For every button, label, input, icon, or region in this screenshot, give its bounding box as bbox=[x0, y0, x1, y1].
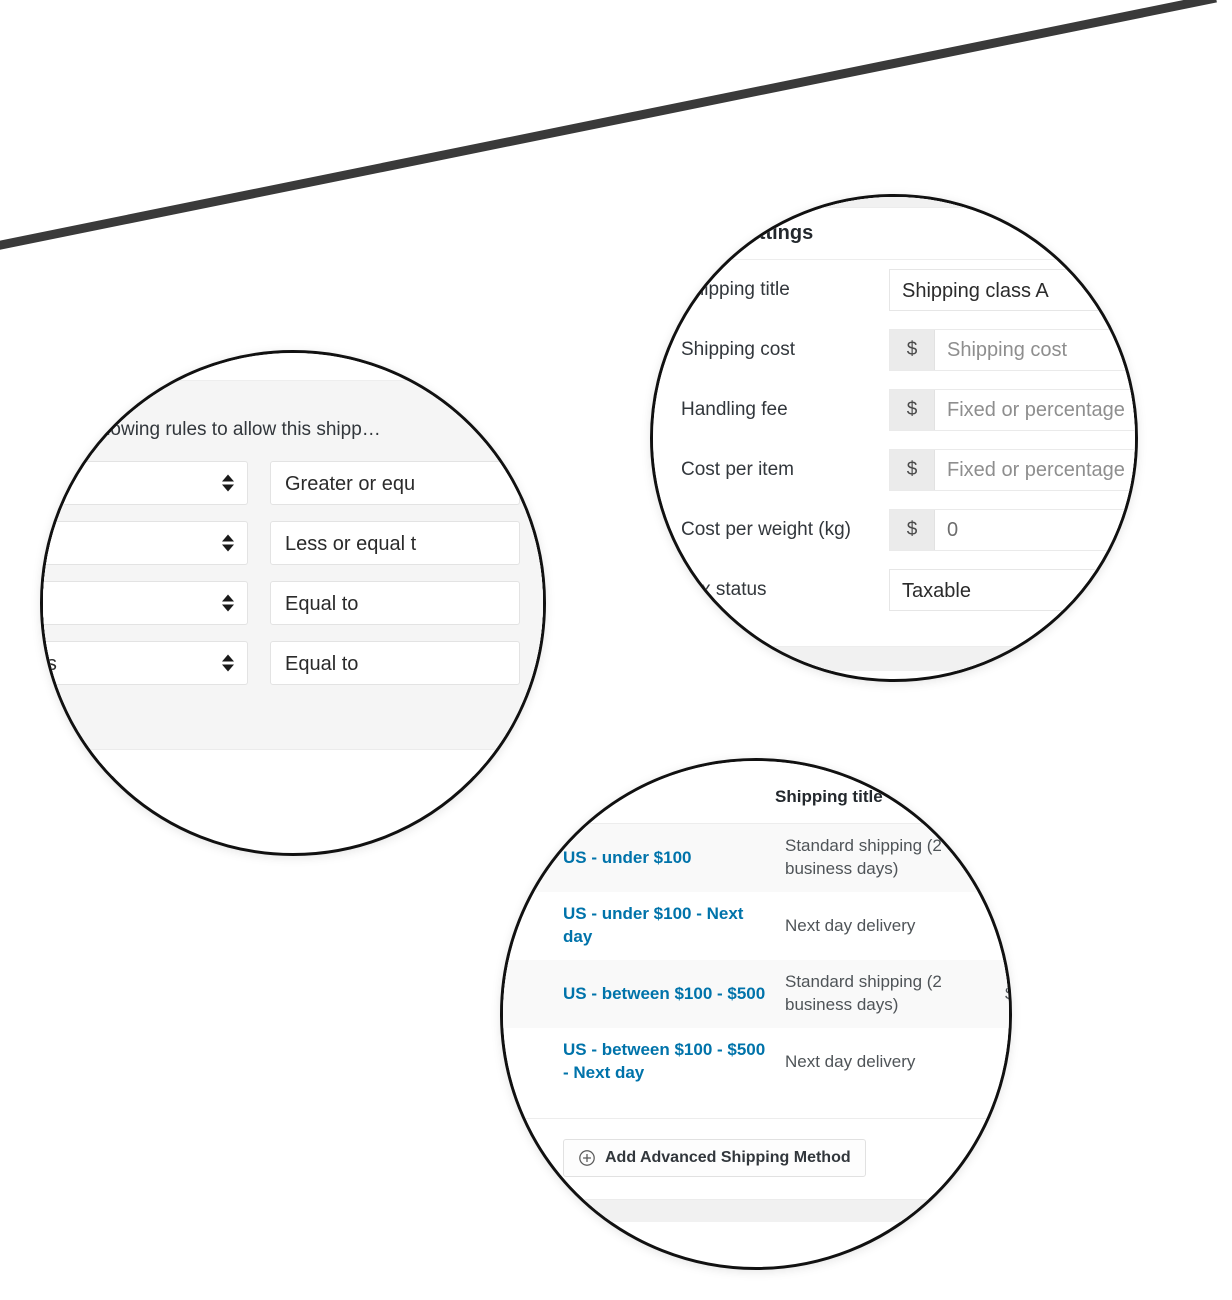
rule-subject-select[interactable]: Subtotal bbox=[43, 521, 248, 565]
rule-row: Subtotal Less or equal t bbox=[43, 513, 543, 573]
field-label: Cost per weight (kg) bbox=[681, 519, 852, 540]
field-label: Cost per item bbox=[681, 459, 794, 480]
cost-per-weight-input[interactable]: 0 bbox=[935, 510, 1135, 550]
field-row-shipping-title: Shipping title Shipping class A bbox=[653, 260, 1135, 320]
methods-actions-bar: Add Advanced Shipping Method bbox=[503, 1119, 1009, 1199]
methods-table-header: Shipping title bbox=[503, 761, 1009, 823]
rule-row: Country Equal to bbox=[43, 573, 543, 633]
field-control: $ 0 bbox=[889, 509, 1135, 551]
shipping-settings-panel: …ing settings Shipping title Shipping cl… bbox=[653, 197, 1135, 671]
method-cost: $ bbox=[1005, 984, 1009, 1004]
rule-compare-select[interactable]: Less or equal t bbox=[270, 521, 520, 565]
field-row-shipping-cost: Shipping cost $ Shipping cost bbox=[653, 320, 1135, 380]
rule-subject-select[interactable]: Subtotal bbox=[43, 461, 248, 505]
handling-fee-input-group[interactable]: $ Fixed or percentage bbox=[889, 389, 1135, 431]
shipping-cost-input-group[interactable]: $ Shipping cost bbox=[889, 329, 1135, 371]
method-name-link[interactable]: US - under $100 bbox=[503, 847, 785, 870]
cost-per-item-input[interactable]: Fixed or percentage bbox=[935, 450, 1135, 490]
updown-stepper-icon bbox=[222, 534, 234, 552]
rules-body: …match all of the following rules to all… bbox=[43, 381, 543, 749]
field-label: Tax status bbox=[681, 579, 767, 600]
column-header-name bbox=[503, 787, 775, 807]
add-advanced-shipping-method-label: Add Advanced Shipping Method bbox=[605, 1149, 851, 1166]
rule-compare-select[interactable]: Equal to bbox=[270, 641, 520, 685]
currency-symbol-icon: $ bbox=[890, 390, 935, 430]
field-row-cost-per-weight: Cost per weight (kg) $ 0 bbox=[653, 500, 1135, 560]
settings-panel-title: …ing settings bbox=[681, 222, 814, 244]
tax-status-select[interactable]: Taxable bbox=[889, 569, 1135, 611]
currency-symbol-icon: $ bbox=[890, 510, 935, 550]
rule-compare-value: Equal to bbox=[285, 653, 359, 675]
screenshot-stage: …ollowing rules to allow th… …match all … bbox=[0, 0, 1232, 1300]
field-control: $ Fixed or percentage bbox=[889, 389, 1135, 431]
rules-intro-text: …match all of the following rules to all… bbox=[43, 419, 381, 440]
magnifier-lens-shipping-rules: …ollowing rules to allow th… …match all … bbox=[40, 350, 546, 856]
settings-topbar bbox=[653, 197, 1135, 208]
currency-symbol-icon: $ bbox=[890, 450, 935, 490]
rules-heading: …ollowing rules to allow th… bbox=[40, 350, 212, 363]
rules-footer-gap bbox=[43, 693, 543, 749]
method-name-link[interactable]: US - between $100 - $500 - Next day bbox=[503, 1039, 785, 1085]
cost-per-item-input-group[interactable]: $ Fixed or percentage bbox=[889, 449, 1135, 491]
cost-per-weight-input-group[interactable]: $ 0 bbox=[889, 509, 1135, 551]
shipping-rules-panel: …ollowing rules to allow th… …match all … bbox=[40, 350, 543, 776]
shipping-methods-panel: Shipping title US - under $100 Standard … bbox=[503, 761, 1009, 1222]
rule-compare-select[interactable]: Equal to bbox=[270, 581, 520, 625]
method-shipping-title: Next day delivery bbox=[785, 1051, 916, 1071]
handling-fee-input[interactable]: Fixed or percentage bbox=[935, 390, 1135, 430]
plus-circle-icon bbox=[579, 1150, 595, 1166]
field-control: $ Shipping cost bbox=[889, 329, 1135, 371]
table-row: US - between $100 - $500 - Next day Next… bbox=[503, 1028, 1009, 1096]
table-row: US - under $100 Standard shipping (2 bus… bbox=[503, 824, 1009, 892]
method-shipping-title: Next day delivery bbox=[785, 915, 916, 935]
shipping-title-input[interactable]: Shipping class A bbox=[889, 269, 1135, 311]
method-name-link[interactable]: US - under $100 - Next day bbox=[503, 903, 785, 949]
field-label: Shipping title bbox=[681, 279, 790, 300]
method-name-link[interactable]: US - between $100 - $500 bbox=[503, 983, 785, 1006]
field-row-handling-fee: Handling fee $ Fixed or percentage bbox=[653, 380, 1135, 440]
rule-compare-select[interactable]: Greater or equ bbox=[270, 461, 520, 505]
field-label: Handling fee bbox=[681, 399, 788, 420]
updown-stepper-icon bbox=[222, 594, 234, 612]
rule-subject-select[interactable]: Country bbox=[43, 581, 248, 625]
field-label: Shipping cost bbox=[681, 339, 796, 360]
method-shipping-title: Standard shipping (2 business days) bbox=[785, 972, 942, 1014]
rule-compare-value: Greater or equ bbox=[285, 473, 416, 495]
updown-stepper-icon bbox=[222, 654, 234, 672]
field-control: Shipping class A bbox=[889, 269, 1135, 311]
updown-stepper-icon bbox=[222, 474, 234, 492]
field-control: Taxable bbox=[889, 569, 1135, 611]
field-row-tax-status: Tax status Taxable bbox=[653, 560, 1135, 620]
rule-compare-value: Equal to bbox=[285, 593, 359, 615]
table-row: US - under $100 - Next day Next day deli… bbox=[503, 892, 1009, 960]
field-control: $ Fixed or percentage bbox=[889, 449, 1135, 491]
rule-compare-value: Less or equal t bbox=[285, 533, 417, 555]
rule-subject-select[interactable]: Stock status bbox=[43, 641, 248, 685]
column-header-cost bbox=[995, 787, 1009, 807]
method-shipping-title: Standard shipping (2 business days) bbox=[785, 836, 942, 878]
currency-symbol-icon: $ bbox=[890, 330, 935, 370]
magnifier-lens-shipping-settings: …ing settings Shipping title Shipping cl… bbox=[650, 194, 1138, 682]
column-header-shipping-title: Shipping title bbox=[775, 787, 883, 806]
rule-row: Subtotal Greater or equ bbox=[43, 453, 543, 513]
shipping-cost-input[interactable]: Shipping cost bbox=[935, 330, 1135, 370]
rule-subject-value: Stock status bbox=[43, 653, 57, 675]
field-row-cost-per-item: Cost per item $ Fixed or percentage bbox=[653, 440, 1135, 500]
table-row: US - between $100 - $500 Standard shippi… bbox=[503, 960, 1009, 1028]
methods-bottombar bbox=[503, 1199, 1009, 1222]
add-advanced-shipping-method-button[interactable]: Add Advanced Shipping Method bbox=[563, 1139, 866, 1177]
settings-footerbar bbox=[653, 647, 1135, 671]
rules-bottom-divider bbox=[43, 749, 543, 776]
rule-row: Stock status Equal to bbox=[43, 633, 543, 693]
magnifier-lens-shipping-methods: Shipping title US - under $100 Standard … bbox=[500, 758, 1012, 1270]
